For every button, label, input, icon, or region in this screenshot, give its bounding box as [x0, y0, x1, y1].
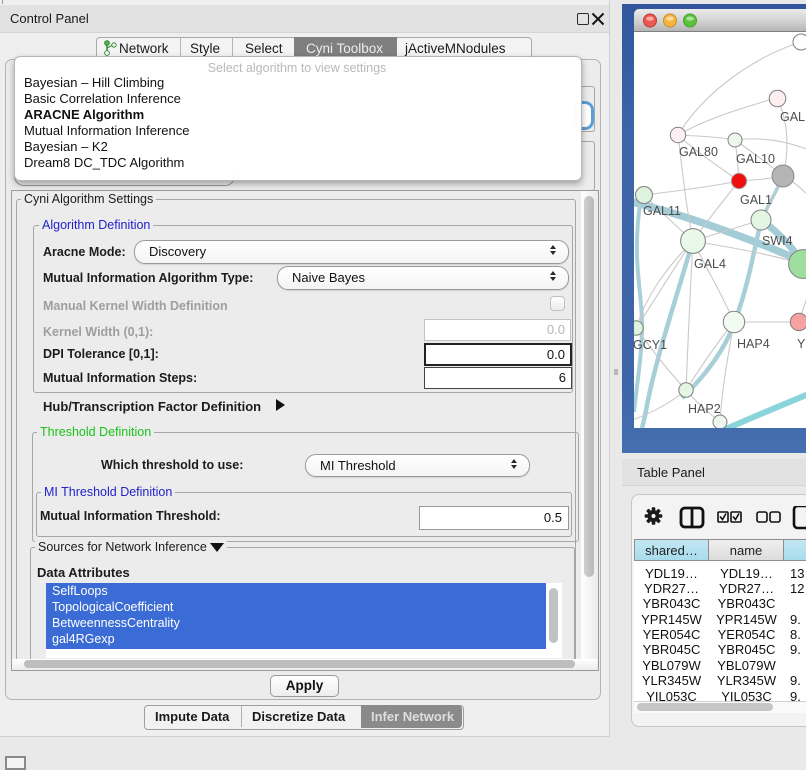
svg-text:GAL80: GAL80 — [679, 145, 718, 159]
svg-text:GAL11: GAL11 — [643, 204, 681, 218]
svg-text:HAP2: HAP2 — [688, 402, 721, 416]
svg-text:GAL: GAL — [780, 110, 805, 124]
svg-text:GAL4: GAL4 — [694, 257, 726, 271]
svg-text:HAP4: HAP4 — [737, 337, 770, 351]
svg-text:GCY1: GCY1 — [634, 338, 667, 352]
svg-text:GAL10: GAL10 — [736, 152, 775, 166]
svg-text:SWI4: SWI4 — [762, 234, 793, 248]
svg-text:GAL1: GAL1 — [740, 193, 772, 207]
svg-text:Y: Y — [797, 337, 806, 351]
